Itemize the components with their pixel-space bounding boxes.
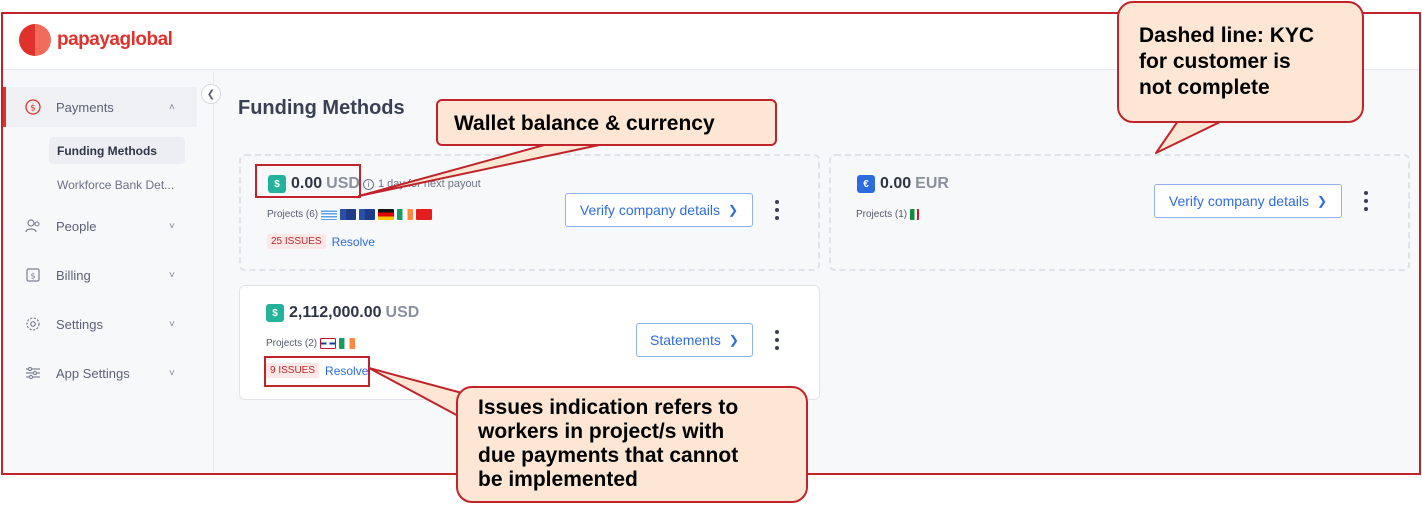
- callout-line: Issues indication refers to: [478, 396, 739, 419]
- callout-line: workers in project/s with: [478, 420, 725, 443]
- issues-callout: Issues indication refers to workers in p…: [456, 386, 808, 503]
- wallet-balance-callout: Wallet balance & currency: [436, 99, 777, 146]
- kyc-callout: Dashed line: KYC for customer is not com…: [1117, 1, 1364, 123]
- callout-line: Dashed line: KYC: [1139, 24, 1315, 47]
- callout-text: Dashed line: KYC for customer is not com…: [1139, 23, 1314, 101]
- callout-text: Issues indication refers to workers in p…: [478, 396, 738, 492]
- callout-line: due payments that cannot: [478, 444, 739, 467]
- callout-text: Wallet balance & currency: [454, 112, 715, 135]
- callout-line: not complete: [1139, 76, 1270, 99]
- callout-line: for customer is: [1139, 50, 1291, 73]
- callout-line: be implemented: [478, 468, 638, 491]
